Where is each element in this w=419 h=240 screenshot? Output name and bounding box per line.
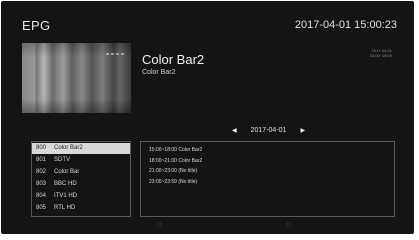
channel-list: 800 Color Bar2 801 SDTV 802 Color Bar 80…	[31, 141, 131, 217]
program-time: 2017-04-01 15:00~18:00	[370, 48, 392, 58]
footer-hint-left	[157, 222, 165, 227]
right-arrow-icon[interactable]: ▶	[300, 127, 305, 134]
channel-number: 803	[36, 181, 47, 187]
schedule-item[interactable]: 18:00~21:00 Color Bar2	[149, 158, 202, 165]
channel-number: 801	[36, 157, 47, 163]
channel-number: 802	[36, 169, 47, 175]
channel-item[interactable]: 801 SDTV	[32, 155, 130, 166]
channel-item[interactable]: 804 ITV1 HD	[32, 191, 130, 202]
channel-number: 805	[36, 205, 47, 211]
channel-item[interactable]: 803 BBC HD	[32, 179, 130, 190]
selected-date: 2017-04-01	[250, 127, 287, 134]
schedule-item[interactable]: 21:00~23:00 (No title)	[149, 168, 197, 175]
channel-item[interactable]: 800 Color Bar2	[32, 143, 130, 154]
ok-button-icon	[157, 222, 162, 227]
page-title: EPG	[22, 18, 51, 33]
program-schedule: 15:00~18:00 Color Bar2 18:00~21:00 Color…	[140, 141, 395, 217]
program-title: Color Bar2	[142, 52, 205, 67]
channel-name: BBC HD	[54, 181, 77, 187]
tv-screen: EPG 2017-04-01 15:00:23 Color Bar2 Color…	[1, 1, 414, 234]
footer-hint-right	[286, 222, 294, 227]
schedule-item[interactable]: 15:00~18:00 Color Bar2	[149, 147, 202, 154]
channel-name: RTL HD	[54, 205, 76, 211]
back-button-icon	[286, 222, 291, 227]
schedule-item[interactable]: 23:00~23:59 (No title)	[149, 179, 197, 186]
channel-name: ITV1 HD	[54, 193, 78, 199]
program-time-range: 15:00~18:00	[369, 53, 392, 58]
channel-item[interactable]: 805 RTL HD	[32, 203, 130, 214]
channel-number: 800	[36, 145, 47, 151]
left-arrow-icon[interactable]: ◀	[232, 127, 237, 134]
channel-item[interactable]: 802 Color Bar	[32, 167, 130, 178]
program-subtitle: Color Bar2	[142, 69, 176, 76]
channel-name: Color Bar	[54, 169, 80, 175]
current-datetime: 2017-04-01 15:00:23	[294, 19, 397, 31]
channel-number: 804	[36, 193, 47, 199]
video-preview	[22, 43, 131, 113]
date-navigator: ◀ 2017-04-01 ▶	[232, 127, 305, 134]
channel-name: Color Bar2	[54, 145, 83, 151]
channel-name: SDTV	[54, 157, 71, 163]
